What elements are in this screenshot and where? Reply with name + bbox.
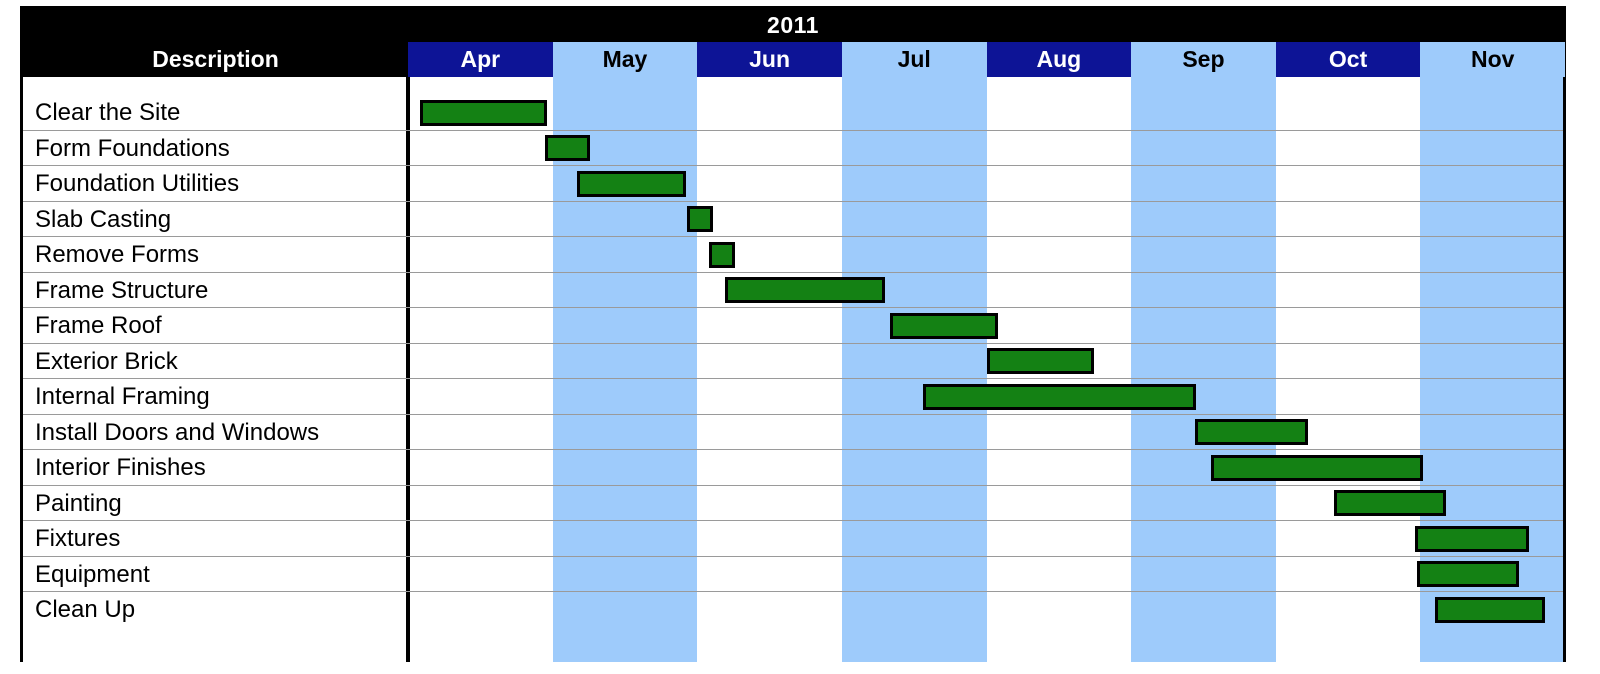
month-header-oct[interactable]: Oct bbox=[1275, 42, 1421, 77]
description-column-header: Description bbox=[23, 42, 408, 77]
gantt-bar[interactable] bbox=[708, 241, 735, 268]
gantt-bar[interactable] bbox=[1194, 419, 1308, 446]
gantt-bar[interactable] bbox=[986, 348, 1094, 375]
task-bars bbox=[23, 77, 1563, 662]
gantt-bar[interactable] bbox=[687, 206, 714, 233]
chart-body: Clear the Site Form Foundations Foundation… bbox=[23, 77, 1563, 662]
gantt-bar[interactable] bbox=[1414, 525, 1529, 552]
month-header-nov[interactable]: Nov bbox=[1420, 42, 1565, 77]
gantt-bar[interactable] bbox=[922, 383, 1197, 410]
gantt-bar[interactable] bbox=[889, 312, 999, 339]
gantt-bar[interactable] bbox=[419, 99, 547, 126]
month-header-jun[interactable]: Jun bbox=[697, 42, 842, 77]
gantt-bar[interactable] bbox=[545, 135, 591, 162]
month-header-jul[interactable]: Jul bbox=[841, 42, 987, 77]
gantt-bar[interactable] bbox=[1210, 454, 1424, 481]
chart-frame: 2011 Description Apr May Jun Jul Aug Sep Oct No… bbox=[20, 6, 1566, 662]
gantt-bar[interactable] bbox=[1434, 596, 1545, 623]
month-header-sep[interactable]: Sep bbox=[1131, 42, 1276, 77]
gantt-bar[interactable] bbox=[1417, 561, 1519, 588]
gantt-bar[interactable] bbox=[1333, 490, 1447, 517]
month-header-aug[interactable]: Aug bbox=[986, 42, 1132, 77]
gantt-chart: 2011 Description Apr May Jun Jul Aug Sep Oct No… bbox=[0, 0, 1600, 674]
gantt-bar[interactable] bbox=[577, 170, 686, 197]
month-header-apr[interactable]: Apr bbox=[408, 42, 553, 77]
column-header-row: Description Apr May Jun Jul Aug Sep Oct Nov bbox=[23, 42, 1565, 77]
gantt-bar[interactable] bbox=[724, 277, 886, 304]
year-banner: 2011 bbox=[23, 9, 1563, 42]
month-header-may[interactable]: May bbox=[552, 42, 698, 77]
